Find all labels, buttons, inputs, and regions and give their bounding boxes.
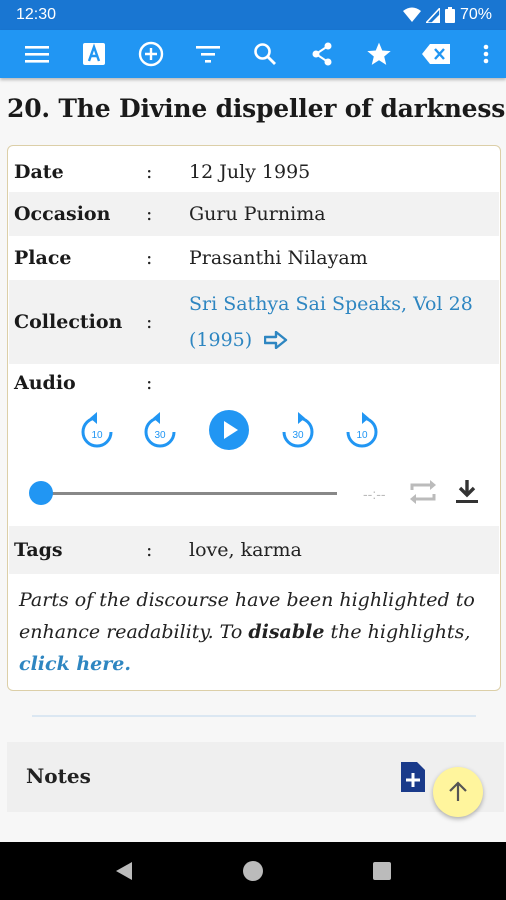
notes-section: Notes <box>7 742 504 812</box>
forward-10-label: 10 <box>356 430 368 441</box>
place-label: Place <box>14 247 72 269</box>
scroll-to-top-button[interactable] <box>433 767 483 817</box>
backspace-icon[interactable] <box>421 39 451 69</box>
time-display: --:-- <box>363 486 386 502</box>
battery-percent: 70% <box>459 6 492 23</box>
rewind-30-label: 30 <box>154 430 166 441</box>
tags-label: Tags <box>14 539 63 561</box>
tags-row: Tags : love, karma <box>9 526 499 574</box>
audio-label: Audio <box>14 372 76 394</box>
collection-link-line1[interactable]: Sri Sathya Sai Speaks, Vol 28 <box>189 286 473 322</box>
discourse-details-card: Date : 12 July 1995 Occasion : Guru Purn… <box>7 145 501 691</box>
rewind-30-button[interactable]: 30 <box>142 408 178 452</box>
rewind-10-button[interactable]: 10 <box>79 408 115 452</box>
audio-player: 10 30 30 10 --:-- <box>9 402 499 526</box>
back-icon[interactable] <box>114 861 134 881</box>
search-icon[interactable] <box>250 39 280 69</box>
status-icons: 70% <box>402 6 492 24</box>
colon: : <box>146 311 153 333</box>
date-row: Date : 12 July 1995 <box>9 152 499 192</box>
arrow-up-icon <box>449 781 467 801</box>
collection-label: Collection <box>14 311 123 333</box>
colon: : <box>146 372 153 394</box>
forward-10-button[interactable]: 10 <box>344 408 380 452</box>
add-note-icon[interactable] <box>401 762 425 796</box>
menu-icon[interactable] <box>22 39 52 69</box>
seek-track <box>37 492 337 495</box>
wifi-icon <box>402 7 421 22</box>
collection-link[interactable]: Sri Sathya Sai Speaks, Vol 28 (1995) <box>189 286 473 358</box>
notes-label: Notes <box>26 764 91 788</box>
battery-icon <box>444 7 455 23</box>
seek-bar[interactable] <box>29 480 337 506</box>
page-title: 20. The Divine dispeller of darkness <box>7 94 506 123</box>
system-nav-bar <box>0 842 506 900</box>
home-icon[interactable] <box>241 859 265 883</box>
divider <box>32 715 476 717</box>
colon: : <box>146 539 153 561</box>
forward-30-label: 30 <box>292 430 304 441</box>
more-icon[interactable] <box>478 39 494 69</box>
audio-row: Audio : <box>9 364 499 402</box>
rewind-10-label: 10 <box>91 430 103 441</box>
download-icon[interactable] <box>452 476 482 508</box>
date-value: 12 July 1995 <box>189 161 311 183</box>
occasion-label: Occasion <box>14 203 111 225</box>
share-icon[interactable] <box>307 39 337 69</box>
highlight-notice: Parts of the discourse have been highlig… <box>19 584 489 680</box>
occasion-row: Occasion : Guru Purnima <box>9 192 499 236</box>
notice-bold: disable <box>248 621 325 643</box>
app-toolbar <box>0 30 506 78</box>
star-icon[interactable] <box>364 39 394 69</box>
play-button[interactable] <box>207 408 251 452</box>
arrow-right-icon[interactable] <box>264 331 288 349</box>
notice-period: . <box>124 653 131 675</box>
status-time: 12:30 <box>16 6 57 23</box>
forward-30-button[interactable]: 30 <box>280 408 316 452</box>
collection-row: Collection : Sri Sathya Sai Speaks, Vol … <box>9 280 499 364</box>
filter-icon[interactable] <box>193 39 223 69</box>
collection-link-line2[interactable]: (1995) <box>189 322 252 358</box>
colon: : <box>146 247 153 269</box>
place-row: Place : Prasanthi Nilayam <box>9 236 499 280</box>
click-here-link[interactable]: click here <box>19 653 124 675</box>
colon: : <box>146 203 153 225</box>
status-bar: 12:30 70% <box>0 0 506 30</box>
add-circle-icon[interactable] <box>136 39 166 69</box>
date-label: Date <box>14 161 64 183</box>
occasion-value: Guru Purnima <box>189 203 326 225</box>
place-value: Prasanthi Nilayam <box>189 247 368 269</box>
seek-thumb[interactable] <box>29 481 53 505</box>
recents-icon[interactable] <box>372 861 392 881</box>
notice-text-2: the highlights, <box>324 621 471 643</box>
font-icon[interactable] <box>79 39 109 69</box>
repeat-icon[interactable] <box>407 476 439 508</box>
colon: : <box>146 161 153 183</box>
tags-value: love, karma <box>189 539 302 561</box>
signal-icon <box>425 7 440 23</box>
